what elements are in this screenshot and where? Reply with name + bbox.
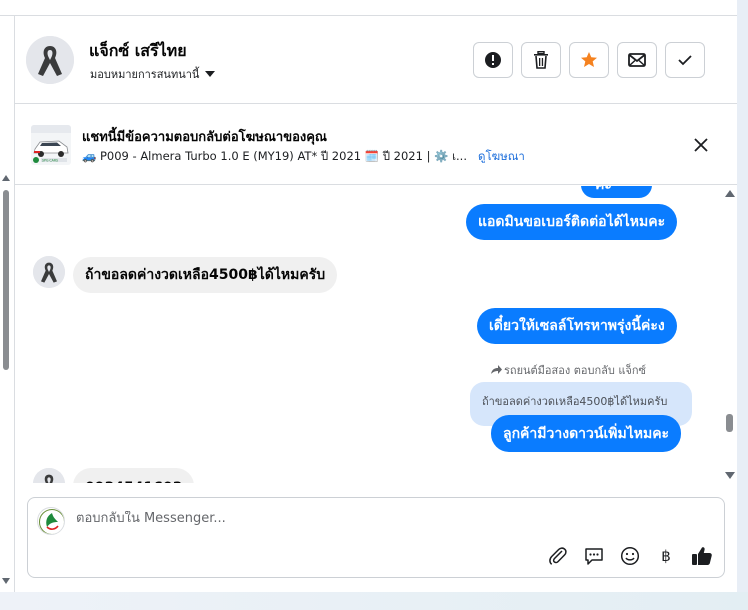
scroll-thumb[interactable] bbox=[726, 414, 733, 432]
delete-button[interactable] bbox=[521, 42, 561, 78]
chevron-down-icon bbox=[205, 71, 216, 77]
window-bottom-edge bbox=[0, 592, 748, 610]
scroll-up-arrow[interactable] bbox=[725, 190, 735, 197]
window-edge bbox=[737, 0, 748, 592]
attach-button[interactable] bbox=[546, 544, 570, 568]
saved-reply-icon bbox=[585, 548, 603, 565]
close-icon bbox=[694, 138, 708, 152]
trash-icon bbox=[534, 51, 548, 69]
like-button[interactable] bbox=[690, 544, 714, 568]
close-ad-bar-button[interactable] bbox=[689, 133, 713, 157]
emoji-button[interactable] bbox=[618, 544, 642, 568]
mark-done-button[interactable] bbox=[665, 42, 705, 78]
conversation-header: แจ็กซ์ เสรีไทย มอบหมายการสนทนานี้ bbox=[15, 16, 737, 104]
ad-context-bar: SPG CARS แชทนี้มีข้อความตอบกลับต่อโฆษณาข… bbox=[15, 105, 737, 185]
message-bubble-outgoing[interactable]: เดี๋ยวให้เซลล์โทรหาพรุ่งนี้ค่ะง bbox=[477, 308, 677, 344]
scroll-thumb[interactable] bbox=[3, 190, 9, 370]
mark-unread-button[interactable] bbox=[617, 42, 657, 78]
message-bubble-outgoing[interactable]: ลูกค้ามีวางดาวน์เพิ่มไหมคะ bbox=[491, 415, 682, 452]
chat-scrollbar[interactable] bbox=[724, 186, 736, 483]
ad-reply-notice: แชทนี้มีข้อความตอบกลับต่อโฆษณาของคุณ bbox=[82, 130, 327, 145]
baht-payment-icon: ฿ bbox=[661, 547, 671, 565]
ad-details: 🚙 P009 - Almera Turbo 1.0 E (MY19) AT* ป… bbox=[82, 148, 525, 166]
payment-button[interactable]: ฿ bbox=[654, 544, 678, 568]
ad-thumb-caption: SPG CARS bbox=[42, 158, 58, 162]
ad-thumbnail[interactable]: SPG CARS bbox=[31, 125, 71, 165]
mourning-ribbon-icon bbox=[26, 36, 74, 84]
contact-avatar[interactable] bbox=[26, 36, 74, 84]
scroll-down-arrow[interactable] bbox=[2, 578, 10, 584]
emoji-icon bbox=[620, 546, 640, 566]
check-icon bbox=[678, 55, 692, 66]
car-image: SPG CARS bbox=[31, 125, 71, 165]
reply-arrow-icon bbox=[491, 365, 502, 374]
message-list[interactable]: ค่ะ แอดมินขอเบอร์ติดต่อได้ไหมคะ ถ้าขอลดค… bbox=[15, 186, 737, 483]
mail-icon bbox=[628, 53, 646, 67]
reply-input[interactable] bbox=[76, 511, 676, 526]
message-bubble-outgoing[interactable]: แอดมินขอเบอร์ติดต่อได้ไหมคะ bbox=[466, 204, 678, 240]
contact-name[interactable]: แจ็กซ์ เสรีไทย bbox=[89, 39, 187, 64]
star-icon bbox=[581, 52, 597, 67]
header-actions bbox=[473, 42, 705, 78]
assign-conversation-dropdown[interactable]: มอบหมายการสนทนานี้ bbox=[90, 65, 216, 83]
message-bubble-incoming[interactable]: 0934541603 bbox=[73, 468, 195, 483]
mourning-ribbon-icon bbox=[33, 468, 65, 483]
message-bubble-incoming[interactable]: ถ้าขอลดค่างวดเหลือ4500฿ได้ไหมครับ bbox=[73, 257, 338, 293]
message-bubble-outgoing[interactable]: ค่ะ bbox=[581, 186, 652, 198]
saved-replies-button[interactable] bbox=[582, 544, 606, 568]
paperclip-icon bbox=[549, 547, 567, 565]
spam-button[interactable] bbox=[473, 42, 513, 78]
left-scrollbar[interactable] bbox=[0, 170, 12, 592]
thumbs-up-icon bbox=[692, 547, 712, 565]
ad-details-text: 🚙 P009 - Almera Turbo 1.0 E (MY19) AT* ป… bbox=[82, 149, 467, 163]
sender-avatar[interactable] bbox=[33, 256, 65, 288]
view-ad-link[interactable]: ดูโฆษณา bbox=[478, 148, 525, 166]
page-avatar bbox=[37, 507, 65, 535]
reply-indicator: รถยนต์มือสอง ตอบกลับ แจ็กซ์ bbox=[490, 361, 646, 379]
sender-avatar[interactable] bbox=[33, 468, 65, 483]
mourning-ribbon-icon bbox=[33, 256, 65, 288]
alert-icon bbox=[485, 52, 501, 68]
page-logo-icon bbox=[39, 509, 64, 534]
reply-composer: ฿ bbox=[27, 497, 725, 578]
assign-label: มอบหมายการสนทนานี้ bbox=[90, 68, 200, 81]
scroll-up-arrow[interactable] bbox=[2, 175, 10, 181]
scroll-down-arrow[interactable] bbox=[725, 472, 735, 479]
star-button[interactable] bbox=[569, 42, 609, 78]
composer-tools: ฿ bbox=[546, 544, 714, 568]
